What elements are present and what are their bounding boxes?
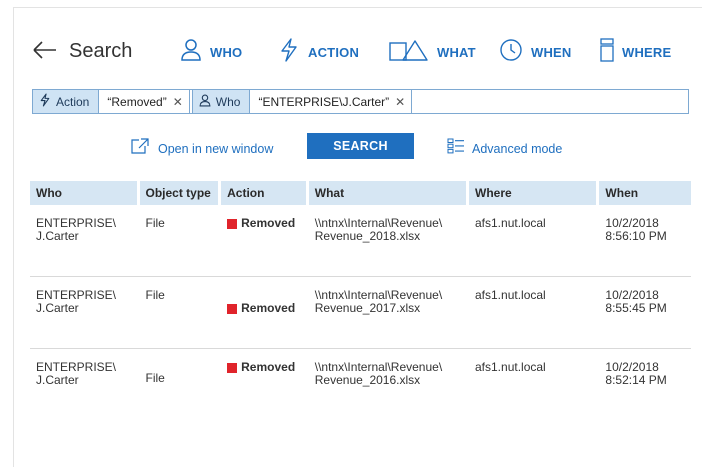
cell-where: afs1.nut.local xyxy=(475,360,546,374)
cell-object-type: File xyxy=(145,288,165,302)
column-header-action[interactable]: Action xyxy=(221,181,306,205)
column-header-who[interactable]: Who xyxy=(30,181,137,205)
column-header-when[interactable]: When xyxy=(599,181,691,205)
remove-filter-icon[interactable]: ✕ xyxy=(173,95,183,109)
nav-who-label: WHO xyxy=(210,44,243,60)
cell-when: 10/2/2018 8:56:10 PM xyxy=(605,216,667,243)
advanced-mode-link[interactable]: Advanced mode xyxy=(447,138,562,159)
cell-who: ENTERPRISE\ J.Carter xyxy=(36,360,117,387)
nav-where[interactable]: WHERE xyxy=(600,36,671,68)
filter-value-label: “ENTERPRISE\J.Carter” xyxy=(258,94,390,109)
nav-action-label: ACTION xyxy=(308,44,360,60)
cell-action: Removed xyxy=(221,349,306,421)
cell-object-type: File xyxy=(145,216,165,230)
cell-what: \\ntnx\Internal\Revenue\ Revenue_2018.xls… xyxy=(314,216,443,243)
filter-value-label: “Removed” xyxy=(107,94,167,109)
search-button[interactable]: SEARCH xyxy=(307,133,414,159)
cell-where: afs1.nut.local xyxy=(475,288,546,302)
nav-what[interactable]: WHAT xyxy=(389,36,476,68)
cell-when: 10/2/2018 8:52:14 PM xyxy=(605,360,667,387)
filter-bar[interactable]: Action “Removed” ✕ Who “ENTERPRISE\J.Car… xyxy=(32,89,689,114)
open-new-window-link[interactable]: Open in new window xyxy=(131,138,273,159)
clock-icon xyxy=(499,38,523,67)
external-link-icon xyxy=(131,138,149,159)
removed-status-icon xyxy=(227,218,238,229)
results-table: Who Object type Action What Where When E… xyxy=(30,181,691,421)
open-new-window-label: Open in new window xyxy=(158,141,274,156)
filter-category-who[interactable]: Who xyxy=(191,90,251,113)
nav-when[interactable]: WHEN xyxy=(499,36,572,68)
nav-who[interactable]: WHO xyxy=(180,36,242,68)
filter-category-action[interactable]: Action xyxy=(33,90,100,113)
removed-status-icon xyxy=(227,362,238,373)
cell-action: Removed xyxy=(221,277,306,348)
filter-category-label: Action xyxy=(56,94,90,109)
lightning-icon xyxy=(39,93,51,110)
table-row[interactable]: ENTERPRISE\ J.Carter File Removed \\ntnx\… xyxy=(30,349,691,421)
cell-action: Removed xyxy=(221,205,306,276)
remove-filter-icon[interactable]: ✕ xyxy=(395,95,405,109)
filter-value-who[interactable]: “ENTERPRISE\J.Carter” ✕ xyxy=(250,90,413,113)
cell-when: 10/2/2018 8:55:45 PM xyxy=(605,288,667,315)
back-arrow-icon[interactable] xyxy=(32,38,58,62)
column-header-what[interactable]: What xyxy=(308,181,466,205)
filter-category-label: Who xyxy=(215,94,241,109)
nav-when-label: WHEN xyxy=(531,44,572,60)
removed-status-icon xyxy=(227,303,238,314)
page-title: Search xyxy=(69,40,133,62)
search-header: Search WHO ACTION WHAT WHEN WHERE xyxy=(32,36,682,68)
cell-object-type: File xyxy=(145,371,165,385)
person-icon xyxy=(199,94,211,110)
cell-what: \\ntnx\Internal\Revenue\ Revenue_2016.xls… xyxy=(314,360,443,387)
advanced-list-icon xyxy=(447,138,465,159)
table-header: Who Object type Action What Where When xyxy=(30,181,691,205)
nav-action[interactable]: ACTION xyxy=(278,36,359,68)
column-header-where[interactable]: Where xyxy=(469,181,597,205)
table-row[interactable]: ENTERPRISE\ J.Carter File Removed \\ntnx\… xyxy=(30,277,691,349)
lightning-icon xyxy=(278,37,300,68)
nav-where-label: WHERE xyxy=(622,44,672,60)
cell-who: ENTERPRISE\ J.Carter xyxy=(36,216,117,243)
person-icon xyxy=(180,38,202,67)
nav-what-label: WHAT xyxy=(437,44,476,60)
table-row[interactable]: ENTERPRISE\ J.Carter File Removed \\ntnx\… xyxy=(30,205,691,277)
column-header-object-type[interactable]: Object type xyxy=(139,181,219,205)
advanced-mode-label: Advanced mode xyxy=(472,141,563,156)
cell-who: ENTERPRISE\ J.Carter xyxy=(36,288,117,315)
cell-where: afs1.nut.local xyxy=(475,216,546,230)
cell-what: \\ntnx\Internal\Revenue\ Revenue_2017.xls… xyxy=(314,288,443,315)
filter-value-action[interactable]: “Removed” ✕ xyxy=(99,90,190,113)
shapes-icon xyxy=(389,38,429,67)
server-icon xyxy=(600,37,614,68)
